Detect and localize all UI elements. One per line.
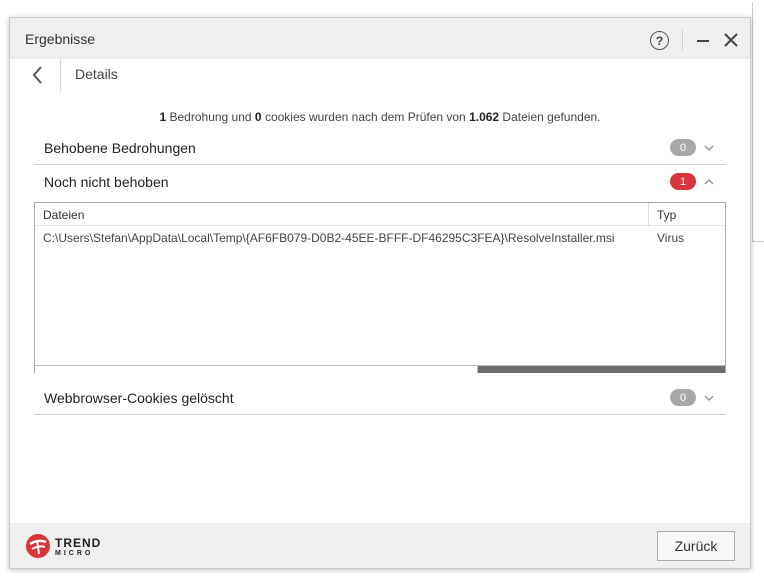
chevron-down-icon[interactable] <box>702 141 716 155</box>
trend-micro-logo-icon <box>26 534 50 558</box>
column-header-type[interactable]: Typ <box>649 203 725 226</box>
section-unresolved[interactable]: Noch nicht behoben 1 <box>34 165 726 202</box>
summary-text-c: Dateien gefunden. <box>499 110 601 124</box>
unresolved-files-table: Dateien Typ C:\Users\Stefan\AppData\Loca… <box>34 202 726 373</box>
section-fixed-threats[interactable]: Behobene Bedrohungen 0 <box>34 131 726 165</box>
file-path-cell[interactable]: C:\Users\Stefan\AppData\Local\Temp\{AF6F… <box>43 231 615 245</box>
close-icon[interactable] <box>722 31 740 49</box>
section-cookies-deleted[interactable]: Webbrowser-Cookies gelöscht 0 <box>34 381 726 415</box>
summary-text-b: cookies wurden nach dem Prüfen von <box>261 110 470 124</box>
logo-text: TREND <box>55 536 102 550</box>
section-label: Noch nicht behoben <box>44 174 169 190</box>
column-header-files-label: Dateien <box>43 208 85 222</box>
scrollbar-track[interactable] <box>478 366 725 373</box>
count-badge: 0 <box>670 139 696 156</box>
cookies-count: 0 <box>254 110 262 124</box>
title-bar: Ergebnisse ? <box>10 18 750 59</box>
files-count: 1.062 <box>469 110 500 124</box>
summary-text-a: Bedrohung und <box>166 110 255 124</box>
help-icon[interactable]: ? <box>650 31 669 50</box>
back-arrow-icon[interactable] <box>28 64 48 86</box>
chevron-up-icon[interactable] <box>702 175 716 189</box>
section-label: Webbrowser-Cookies gelöscht <box>44 390 234 406</box>
footer-bar: TREND MICRO Zurück <box>10 523 750 568</box>
background-window-edge <box>752 2 764 242</box>
help-icon-label: ? <box>655 33 664 48</box>
nav-divider <box>60 59 61 91</box>
back-button-label: Zurück <box>674 538 718 554</box>
window-title: Ergebnisse <box>25 31 96 47</box>
column-header-type-label: Typ <box>657 208 677 222</box>
trend-micro-logo: TREND MICRO <box>25 532 105 562</box>
results-window: Ergebnisse ? Details 1 Bedrohung und 0 c… <box>9 17 751 569</box>
section-label: Behobene Bedrohungen <box>44 140 196 156</box>
column-header-files[interactable]: Dateien <box>35 203 649 226</box>
count-badge: 0 <box>670 389 696 406</box>
back-button[interactable]: Zurück <box>657 531 735 561</box>
titlebar-divider <box>682 30 683 50</box>
horizontal-scrollbar[interactable] <box>35 365 725 373</box>
scan-summary: 1 Bedrohung und 0 cookies wurden nach de… <box>10 110 750 124</box>
page-title: Details <box>75 66 118 82</box>
threat-type-cell[interactable]: Virus <box>657 231 684 245</box>
scrollbar-thumb[interactable] <box>35 366 478 373</box>
chevron-down-icon[interactable] <box>702 391 716 405</box>
count-badge: 1 <box>670 173 696 190</box>
logo-subtext: MICRO <box>55 550 94 557</box>
minimize-icon[interactable] <box>694 31 712 49</box>
